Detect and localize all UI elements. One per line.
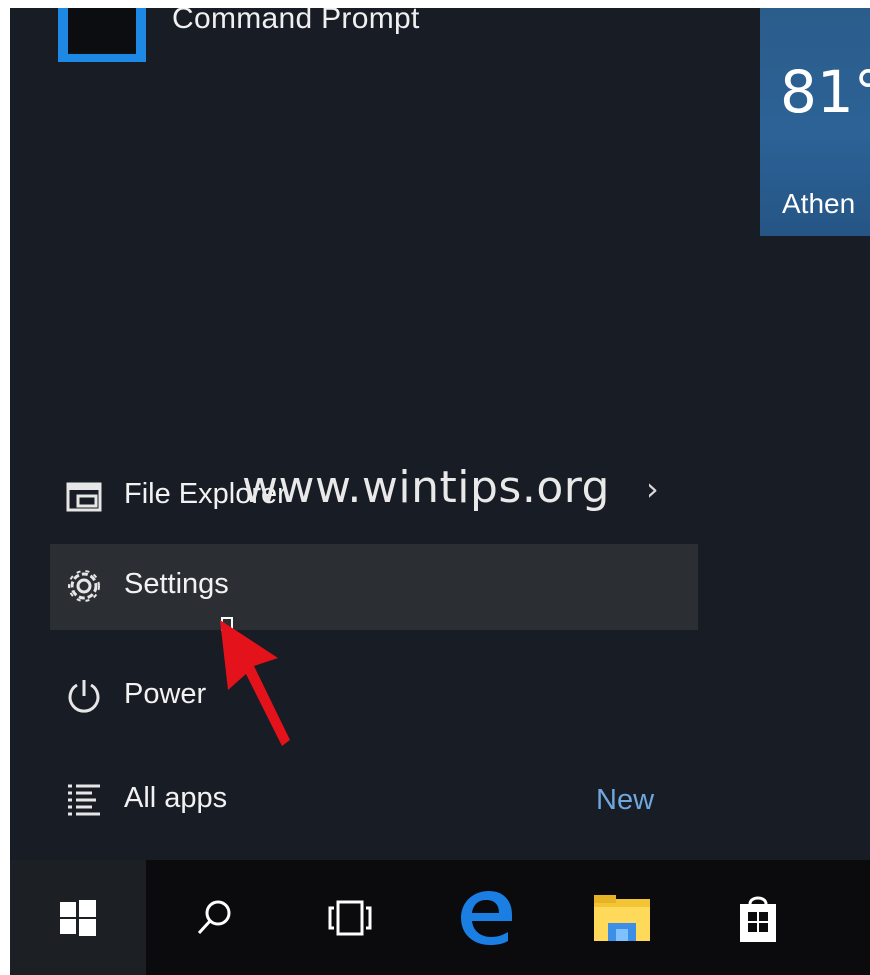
windows-logo-icon [60,899,96,936]
start-item-settings[interactable]: Settings [50,544,698,630]
settings-label: Settings [124,568,229,600]
new-badge: New [596,784,655,816]
list-icon [68,784,100,816]
power-icon [68,680,100,713]
weather-city: Athen [782,188,856,219]
command-prompt-window-icon [68,8,136,54]
taskbar [10,860,870,975]
command-prompt-label[interactable]: Command Prompt [172,8,420,36]
command-prompt-icon[interactable] [58,8,146,62]
gear-icon [68,570,100,602]
start-button[interactable] [10,860,146,975]
folder-icon [66,482,102,512]
weather-tile[interactable]: 81° Athen [760,8,870,236]
watermark: www.wintips.org [242,462,610,513]
file-explorer-icon [594,894,650,941]
start-item-power[interactable]: Power [50,654,698,740]
search-icon [197,900,231,934]
chevron-right-icon[interactable]: › [646,470,659,508]
start-menu: Command Prompt 81° Athen File Explorer S… [10,8,870,860]
edge-browser-button[interactable] [418,860,554,975]
edge-browser-icon [461,890,512,945]
file-explorer-button[interactable] [554,860,690,975]
annotation-arrow [220,617,290,746]
task-view-icon [328,900,372,935]
task-view-button[interactable] [282,860,418,975]
search-button[interactable] [146,860,282,975]
store-icon [740,896,776,942]
store-button[interactable] [690,860,826,975]
all-apps-label: All apps [124,782,228,814]
weather-temperature: 81° [780,58,870,126]
